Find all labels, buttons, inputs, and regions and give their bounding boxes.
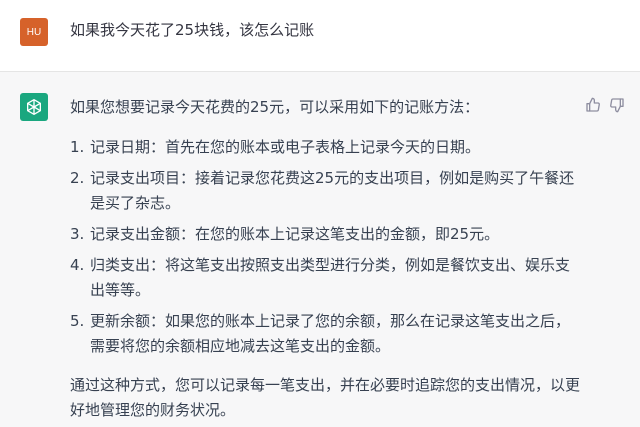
user-avatar-initials: HU (26, 26, 42, 38)
assistant-message-content: 如果您想要记录今天花费的25元，可以采用如下的记账方法： 1. 记录日期：首先在您… (70, 95, 580, 423)
list-item: 5. 更新余额：如果您的账本上记录了您的余额，那么在记录这笔支出之后，需要将您的余… (70, 309, 580, 359)
list-item-text: 更新余额：如果您的账本上记录了您的余额，那么在记录这笔支出之后，需要将您的余额相… (90, 312, 571, 355)
list-item-number: 5. (70, 312, 85, 330)
thumbs-up-icon (586, 97, 600, 112)
list-item: 1. 记录日期：首先在您的账本或电子表格上记录今天的日期。 (70, 135, 580, 160)
assistant-avatar (20, 93, 48, 121)
user-message-row: HU 如果我今天花了25块钱，该怎么记账 (0, 0, 640, 72)
list-item-text: 记录支出金额：在您的账本上记录这笔支出的金额，即25元。 (90, 225, 500, 243)
assistant-outro: 通过这种方式，您可以记录每一笔支出，并在必要时追踪您的支出情况，以更好地管理您的… (70, 376, 581, 419)
assistant-intro: 如果您想要记录今天花费的25元，可以采用如下的记账方法： (70, 98, 480, 116)
list-item-number: 1. (70, 138, 85, 156)
thumbs-down-icon (610, 98, 624, 113)
openai-logo-icon (27, 99, 41, 116)
list-item: 2. 记录支出项目：接着记录您花费这25元的支出项目，例如是购买了午餐还是买了杂志… (70, 166, 580, 216)
list-item-number: 4. (70, 256, 85, 274)
thumbs-down-button[interactable] (608, 96, 626, 114)
assistant-message-row: 如果您想要记录今天花费的25元，可以采用如下的记账方法： 1. 记录日期：首先在您… (0, 72, 640, 427)
thumbs-up-button[interactable] (584, 96, 602, 114)
list-item: 4. 归类支出：将这笔支出按照支出类型进行分类，例如是餐饮支出、娱乐支出等等。 (70, 253, 580, 303)
list-item: 3. 记录支出金额：在您的账本上记录这笔支出的金额，即25元。 (70, 222, 580, 247)
user-avatar: HU (20, 18, 48, 46)
list-item-text: 记录支出项目：接着记录您花费这25元的支出项目，例如是购买了午餐还是买了杂志。 (90, 169, 575, 212)
list-item-number: 3. (70, 225, 85, 243)
list-item-text: 记录日期：首先在您的账本或电子表格上记录今天的日期。 (90, 138, 481, 156)
user-message-text: 如果我今天花了25块钱，该怎么记账 (70, 21, 315, 39)
steps-list: 1. 记录日期：首先在您的账本或电子表格上记录今天的日期。 2. 记录支出项目：接着… (70, 135, 580, 359)
list-item-number: 2. (70, 169, 85, 187)
list-item-text: 归类支出：将这笔支出按照支出类型进行分类，例如是餐饮支出、娱乐支出等等。 (90, 256, 571, 299)
chat-page: HU 如果我今天花了25块钱，该怎么记账 如果您想要记录今天花费的25元，可以采… (0, 0, 640, 427)
